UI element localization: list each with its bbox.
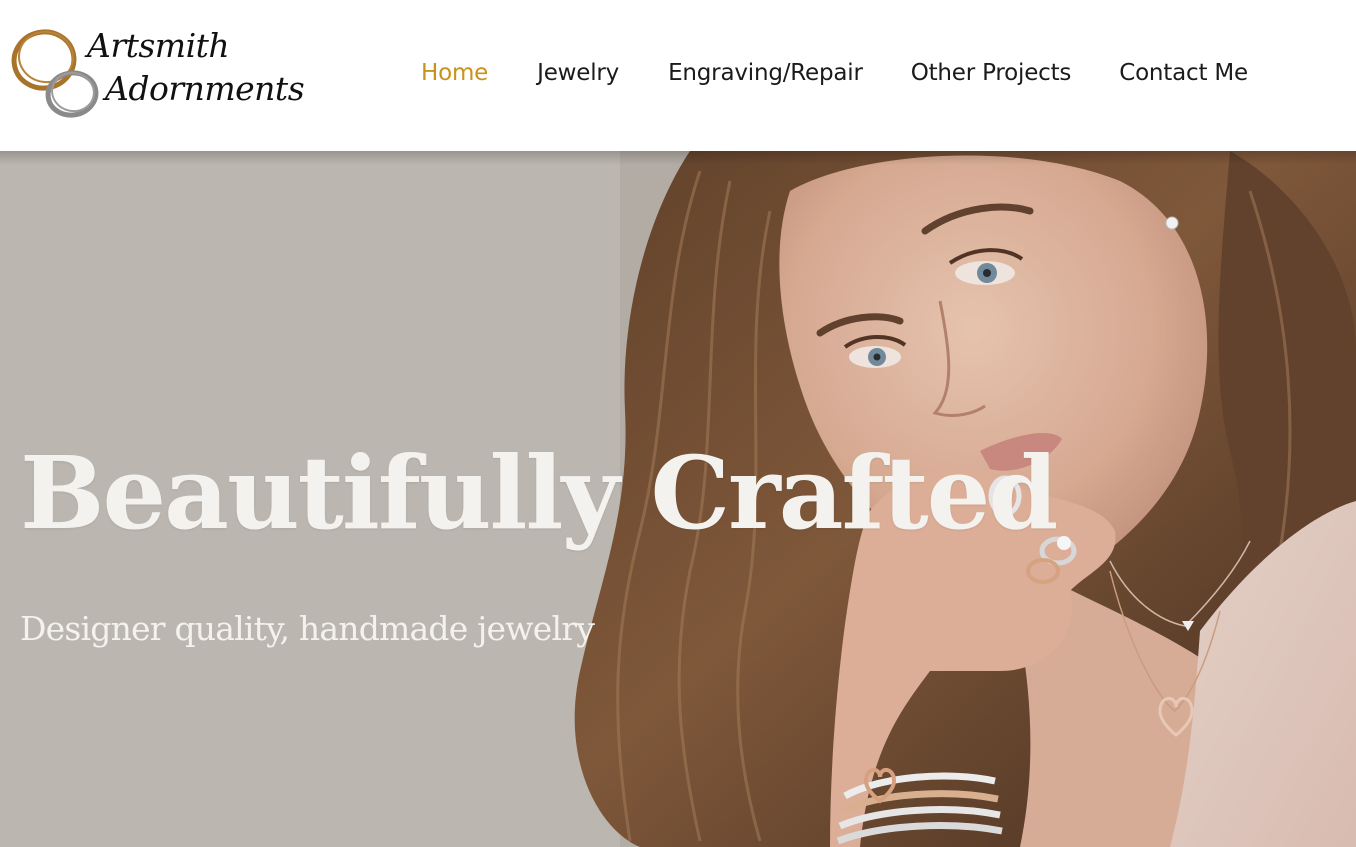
nav-other-projects-link[interactable]: Other Projects (911, 57, 1072, 89)
nav-home-link[interactable]: Home (421, 57, 488, 89)
hero-banner: Beautifully Crafted Designer quality, ha… (0, 151, 1356, 847)
hero-subtitle: Designer quality, handmade jewelry (20, 609, 595, 648)
hero-title: Beautifully Crafted (20, 434, 1058, 552)
brand-name-line2: Adornments (105, 69, 305, 108)
brand-name-line1: Artsmith (87, 26, 230, 65)
brand-logo[interactable]: Artsmith Adornments (10, 22, 305, 122)
nav-jewelry-link[interactable]: Jewelry (537, 57, 619, 89)
header-shadow (0, 151, 1356, 165)
nav-engraving-repair-link[interactable]: Engraving/Repair (668, 57, 863, 89)
nav-contact-me-link[interactable]: Contact Me (1119, 57, 1248, 89)
site-header: Artsmith Adornments Home Jewelry Engravi… (0, 0, 1356, 151)
main-nav: Home Jewelry Engraving/Repair Other Proj… (421, 57, 1248, 89)
